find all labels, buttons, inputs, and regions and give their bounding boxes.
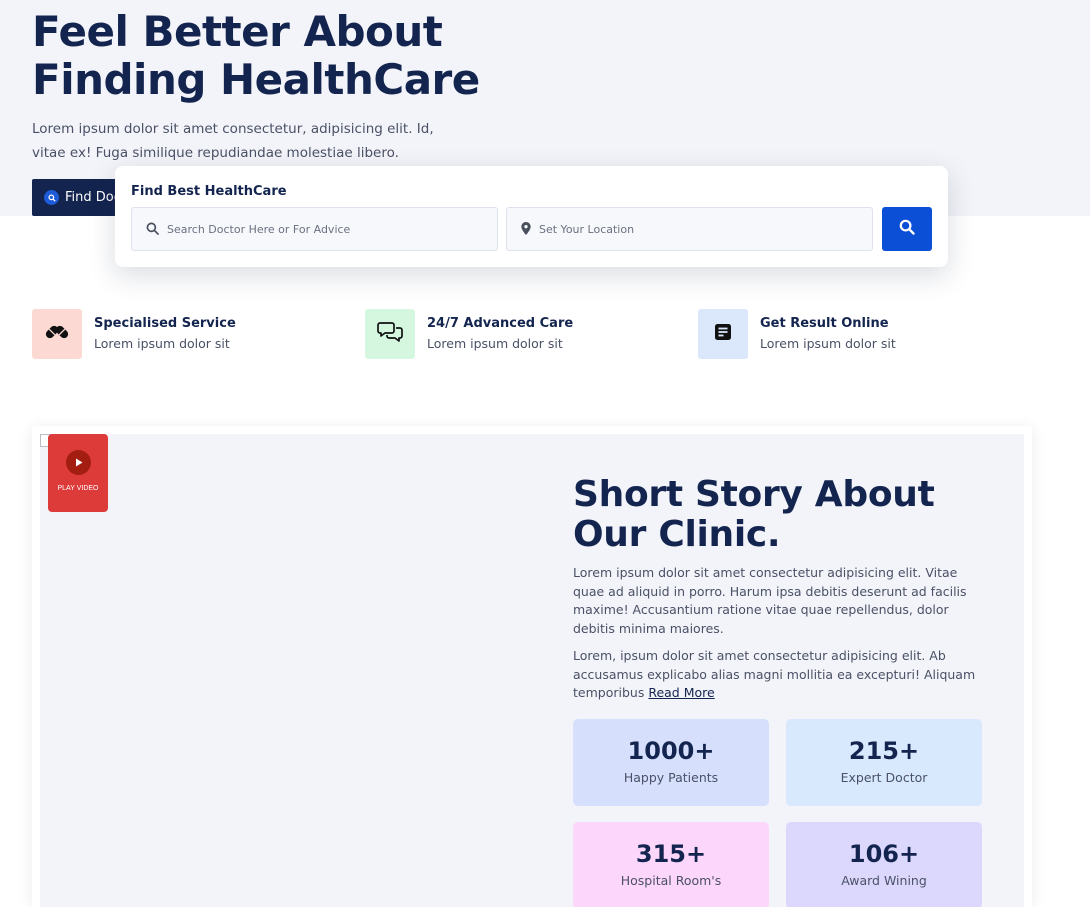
feature-result-online: Get Result Online Lorem ipsum dolor sit: [698, 309, 896, 359]
stat-card-hospital-rooms: 315+ Hospital Room's: [573, 822, 769, 907]
feature-subtitle: Lorem ipsum dolor sit: [427, 336, 563, 351]
story-paragraph-text: Lorem, ipsum dolor sit amet consectetur …: [573, 648, 976, 700]
stat-label: Award Wining: [841, 873, 927, 888]
doctor-search-field[interactable]: [131, 207, 498, 251]
location-field[interactable]: [506, 207, 873, 251]
feature-title: Get Result Online: [760, 316, 889, 331]
feature-advanced-care: 24/7 Advanced Care Lorem ipsum dolor sit: [365, 309, 573, 359]
chat-bubbles-icon: [377, 321, 403, 347]
feature-title: Specialised Service: [94, 316, 236, 331]
doctor-search-input[interactable]: [167, 222, 467, 236]
search-icon: [899, 219, 915, 239]
stat-value: 215+: [848, 737, 920, 765]
stat-card-expert-doctor: 215+ Expert Doctor: [786, 719, 982, 806]
stat-value: 315+: [635, 840, 707, 868]
stat-card-happy-patients: 1000+ Happy Patients: [573, 719, 769, 806]
map-pin-icon: [521, 220, 531, 239]
stat-label: Hospital Room's: [620, 873, 722, 888]
feature-icon-box: [698, 309, 748, 359]
feature-subtitle: Lorem ipsum dolor sit: [94, 336, 230, 351]
play-icon: [66, 450, 91, 475]
feature-subtitle: Lorem ipsum dolor sit: [760, 336, 896, 351]
stat-label: Expert Doctor: [840, 770, 928, 785]
hero-title: Feel Better About Finding HealthCare: [32, 7, 480, 104]
location-input[interactable]: [539, 222, 839, 236]
feature-specialised-service: Specialised Service Lorem ipsum dolor si…: [32, 309, 236, 359]
search-submit-button[interactable]: [882, 207, 932, 251]
hero-description: Lorem ipsum dolor sit amet consectetur, …: [32, 121, 434, 161]
search-icon: [146, 220, 159, 239]
feature-title: 24/7 Advanced Care: [427, 316, 574, 331]
stat-card-award-wining: 106+ Award Wining: [786, 822, 982, 907]
story-paragraph: Lorem ipsum dolor sit amet consectetur a…: [573, 565, 967, 636]
read-more-link[interactable]: Read More: [648, 685, 714, 700]
stat-value: 106+: [848, 840, 920, 868]
story-paragraph: Lorem, ipsum dolor sit amet consectetur …: [573, 647, 985, 703]
story-title: Short Story About Our Clinic.: [573, 474, 935, 555]
document-icon: [714, 323, 732, 345]
search-icon: [44, 190, 59, 205]
play-video-label: PLAY VIDEO: [57, 485, 99, 492]
stat-label: Happy Patients: [623, 770, 719, 785]
pills-icon: [45, 323, 69, 345]
search-card: Find Best HealthCare: [115, 166, 948, 267]
search-card-title: Find Best HealthCare: [131, 184, 287, 199]
play-video-button[interactable]: PLAY VIDEO: [48, 434, 108, 512]
feature-icon-box: [365, 309, 415, 359]
stat-value: 1000+: [627, 737, 715, 765]
feature-icon-box: [32, 309, 82, 359]
